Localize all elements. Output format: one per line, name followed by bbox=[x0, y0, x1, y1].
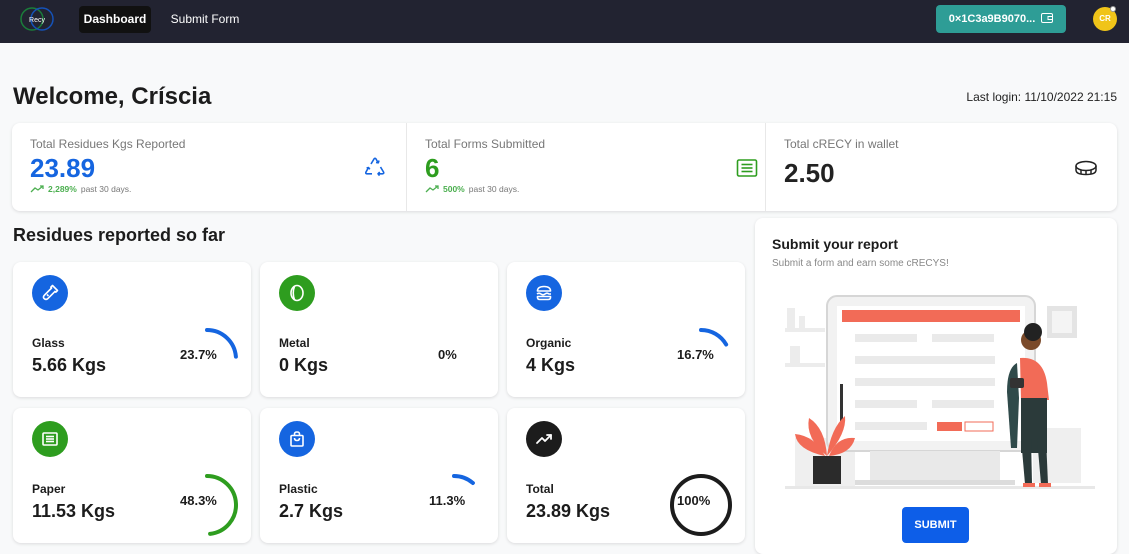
residue-card-metal: Metal 0 Kgs 0% bbox=[260, 262, 498, 397]
wallet-address-button[interactable]: 0×1C3a9B9070... bbox=[936, 5, 1066, 33]
residue-card-paper: Paper 11.53 Kgs 48.3% bbox=[13, 408, 251, 543]
residue-percent: 16.7% bbox=[677, 347, 714, 362]
residue-percent: 48.3% bbox=[180, 493, 217, 508]
stat-value: 23.89 bbox=[30, 153, 96, 183]
bag-icon bbox=[279, 421, 315, 457]
can-icon bbox=[279, 275, 315, 311]
residue-percent: 23.7% bbox=[180, 347, 217, 362]
residue-name: Glass bbox=[32, 336, 65, 350]
residue-value: 4 Kgs bbox=[526, 355, 576, 375]
residue-card-organic: Organic 4 Kgs 16.7% bbox=[507, 262, 745, 397]
stat-trend-text: past 30 days. bbox=[468, 184, 520, 194]
gauge-arc bbox=[452, 474, 475, 486]
form-illustration bbox=[785, 295, 1095, 489]
nav-dashboard[interactable]: Dashboard bbox=[79, 6, 151, 33]
bottle-icon bbox=[32, 275, 68, 311]
stat-title: Total cRECY in wallet bbox=[784, 137, 899, 151]
residue-name: Plastic bbox=[279, 482, 318, 496]
coin-icon bbox=[1073, 155, 1099, 181]
residue-card-plastic: Plastic 2.7 Kgs 11.3% bbox=[260, 408, 498, 543]
report-subtitle: Submit a form and earn some cRECYS! bbox=[772, 258, 949, 269]
stat-value: 6 bbox=[425, 153, 440, 183]
stats-panel: Total Residues Kgs Reported 23.89 2,289%… bbox=[12, 123, 1117, 211]
residue-card-total: Total 23.89 Kgs 100% bbox=[507, 408, 745, 543]
newspaper-icon bbox=[32, 421, 68, 457]
nav-submit-form[interactable]: Submit Form bbox=[164, 6, 246, 33]
gauge-arc bbox=[699, 328, 729, 347]
stat-trend: 2,289% past 30 days. bbox=[30, 184, 131, 194]
trend-up-icon bbox=[30, 185, 44, 193]
logo-text: Recy bbox=[29, 17, 45, 24]
residue-name: Paper bbox=[32, 482, 66, 496]
stat-title: Total Residues Kgs Reported bbox=[30, 137, 186, 151]
last-login: Last login: 11/10/2022 21:15 bbox=[966, 90, 1117, 104]
submit-button[interactable]: SUBMIT bbox=[902, 507, 969, 543]
wallet-address: 0×1C3a9B9070... bbox=[948, 13, 1036, 25]
form-list-icon bbox=[734, 155, 760, 181]
stat-wallet: Total cRECY in wallet 2.50 bbox=[765, 123, 1117, 211]
residue-name: Total bbox=[526, 482, 554, 496]
residue-value: 2.7 Kgs bbox=[279, 501, 344, 521]
residue-value: 11.53 Kgs bbox=[32, 501, 116, 521]
residue-percent: 11.3% bbox=[429, 493, 466, 508]
residue-name: Metal bbox=[279, 336, 310, 350]
residue-percent: 0% bbox=[438, 347, 457, 362]
wallet-icon bbox=[1041, 12, 1054, 26]
residue-card-glass: Glass 5.66 Kgs 23.7% bbox=[13, 262, 251, 397]
stat-trend-pct: 2,289% bbox=[48, 184, 77, 194]
submit-report-card: Submit your report Submit a form and ear… bbox=[755, 218, 1117, 554]
report-title: Submit your report bbox=[772, 236, 899, 252]
stat-trend-text: past 30 days. bbox=[80, 184, 132, 194]
recy-logo[interactable]: Recy bbox=[18, 5, 56, 33]
avatar-status-dot bbox=[1110, 6, 1116, 12]
residue-value: 5.66 Kgs bbox=[32, 355, 107, 375]
top-navbar: Recy Dashboard Submit Form 0×1C3a9B9070.… bbox=[0, 0, 1129, 43]
burger-icon bbox=[526, 275, 562, 311]
residues-section-title: Residues reported so far bbox=[13, 225, 226, 245]
stat-residues: Total Residues Kgs Reported 23.89 2,289%… bbox=[12, 123, 406, 211]
residue-name: Organic bbox=[526, 336, 572, 350]
page-title: Welcome, Críscia bbox=[13, 83, 212, 110]
stat-value: 2.50 bbox=[784, 158, 835, 188]
residue-value: 23.89 Kgs bbox=[526, 501, 611, 521]
trend-up-icon bbox=[425, 185, 439, 193]
recycle-icon bbox=[362, 155, 388, 181]
stat-trend-pct: 500% bbox=[443, 184, 465, 194]
residue-value: 0 Kgs bbox=[279, 355, 329, 375]
stat-forms: Total Forms Submitted 6 500% past 30 day… bbox=[406, 123, 765, 211]
stat-title: Total Forms Submitted bbox=[425, 137, 546, 151]
trend-up-icon bbox=[526, 421, 562, 457]
residue-percent: 100% bbox=[677, 493, 711, 508]
stat-trend: 500% past 30 days. bbox=[425, 184, 519, 194]
